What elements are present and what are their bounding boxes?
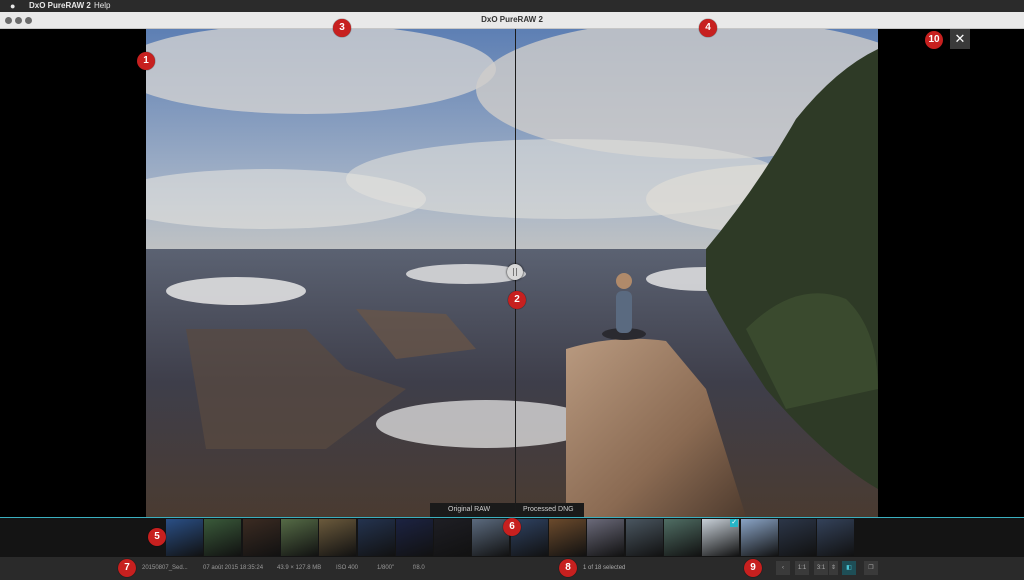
zoom-value[interactable]: 3:1 — [814, 561, 828, 575]
callout-badge-9: 9 — [744, 559, 762, 577]
split-handle[interactable] — [507, 264, 523, 280]
back-arrow-icon[interactable]: ‹ — [776, 561, 790, 575]
callout-badge-1: 1 — [137, 52, 155, 70]
filmstrip-thumbnail[interactable] — [395, 519, 433, 556]
callout-badge-5: 5 — [148, 528, 166, 546]
callout-badge-7: 7 — [118, 559, 136, 577]
status-filename: 20150807_Sed... — [142, 565, 188, 571]
original-raw-label: Original RAW — [448, 506, 491, 513]
filmstrip-thumbnail[interactable] — [319, 519, 357, 556]
compare-view-icon[interactable]: ◧ — [842, 561, 856, 575]
callout-badge-2: 2 — [508, 291, 526, 309]
zoom-fit-button[interactable]: 1:1 — [795, 561, 809, 575]
callout-badge-10: 10 — [925, 31, 943, 49]
close-button[interactable]: ✕ — [950, 29, 970, 49]
window-title: DxO PureRAW 2 — [481, 15, 543, 24]
filmstrip-thumbnail[interactable] — [587, 519, 625, 556]
selection-count: 1 of 18 selected — [583, 565, 626, 571]
filmstrip-thumbnail[interactable] — [702, 519, 740, 556]
callout-badge-8: 8 — [559, 559, 577, 577]
filmstrip-thumbnail[interactable] — [549, 519, 586, 556]
zoom-stepper-icon[interactable]: ⇕ — [829, 561, 838, 575]
filmstrip-thumbnail[interactable] — [817, 519, 855, 556]
menu-app-name[interactable]: DxO PureRAW 2 — [29, 0, 91, 12]
filmstrip-thumbnail[interactable] — [663, 519, 701, 556]
processed-dng-label: Processed DNG — [523, 506, 574, 513]
filmstrip-thumbnail[interactable] — [204, 519, 242, 556]
status-aperture: f/8.0 — [413, 565, 425, 571]
status-filesize: 43.9 × 127.8 MB — [277, 565, 322, 571]
filmstrip-thumbnail[interactable] — [625, 519, 663, 556]
filmstrip-thumbnail[interactable] — [434, 519, 472, 556]
filmstrip-thumbnail[interactable] — [357, 519, 395, 556]
window-titlebar: DxO PureRAW 2 — [0, 12, 1024, 29]
filmstrip-thumbnail[interactable] — [778, 519, 816, 556]
menu-help[interactable]: Help — [94, 0, 110, 12]
compare-labels: Original RAW Processed DNG — [430, 503, 584, 517]
callout-badge-4: 4 — [699, 19, 717, 37]
menu-bar: ● DxO PureRAW 2 Help — [0, 0, 1024, 12]
filmstrip-thumbnail[interactable] — [166, 519, 203, 556]
filmstrip-thumbnail[interactable] — [280, 519, 318, 556]
status-shutter: 1/800" — [377, 565, 395, 571]
status-bar: 20150807_Sed... 07 août 2015 18:35:24 43… — [0, 557, 1024, 580]
filmstrip-thumbnail[interactable] — [740, 519, 778, 556]
status-datetime: 07 août 2015 18:35:24 — [203, 565, 264, 571]
callout-badge-6: 6 — [503, 518, 521, 536]
callout-badge-3: 3 — [333, 19, 351, 37]
filmstrip-thumbnail[interactable] — [242, 519, 280, 556]
apple-icon[interactable]: ● — [10, 0, 15, 12]
status-iso: ISO 400 — [336, 565, 359, 571]
stack-view-icon[interactable]: ❐ — [864, 561, 878, 575]
